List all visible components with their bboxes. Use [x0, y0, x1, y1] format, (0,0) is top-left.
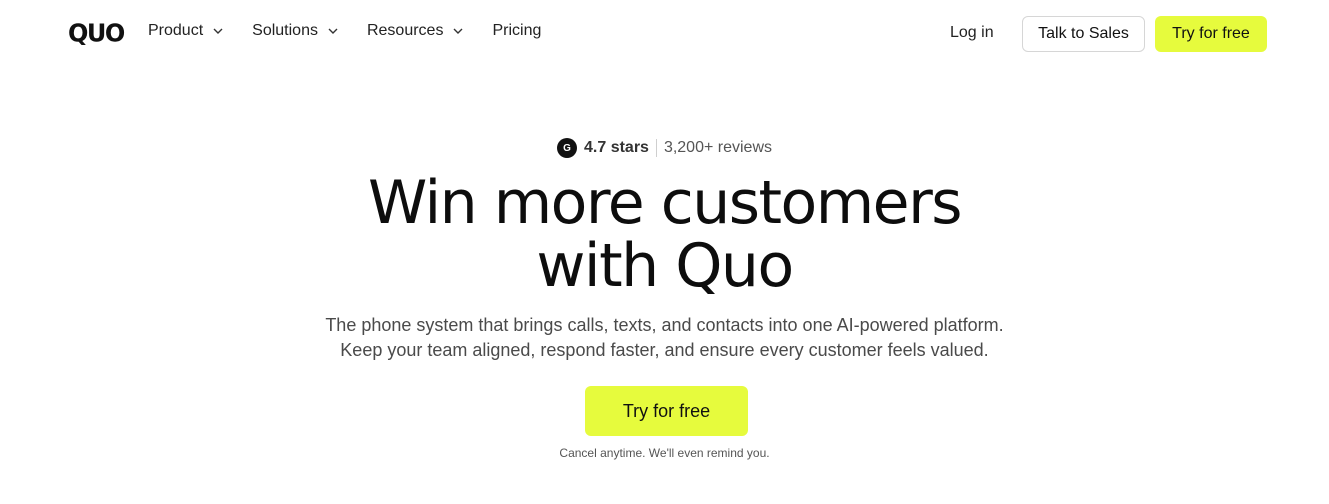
- star-rating: 4.7 stars: [584, 139, 649, 156]
- try-for-free-hero-button[interactable]: Try for free: [585, 386, 748, 436]
- login-link[interactable]: Log in: [950, 24, 994, 42]
- subheadline-line: The phone system that brings calls, text…: [325, 315, 1004, 335]
- hero-headline: Win more customers with Quo: [0, 172, 1329, 298]
- nav-item-resources[interactable]: Resources: [367, 22, 463, 40]
- nav-item-solutions[interactable]: Solutions: [252, 22, 338, 40]
- hero-subheadline: The phone system that brings calls, text…: [0, 313, 1329, 363]
- rating-row: G 4.7 stars 3,200+ reviews: [0, 138, 1329, 158]
- nav-links: Product Solutions Resources Pricing: [148, 22, 570, 40]
- nav-item-label: Pricing: [492, 22, 542, 39]
- top-nav: QUO Product Solutions Resources Pricing …: [0, 0, 1329, 68]
- divider: [655, 139, 657, 157]
- subheadline-line: Keep your team aligned, respond faster, …: [340, 340, 989, 360]
- chevron-down-icon: [453, 26, 463, 36]
- review-count: 3,200+ reviews: [663, 139, 772, 156]
- nav-item-label: Resources: [366, 22, 444, 39]
- chevron-down-icon: [328, 26, 338, 36]
- nav-item-pricing[interactable]: Pricing: [492, 22, 541, 40]
- headline-line: with Quo: [536, 231, 794, 301]
- nav-item-label: Solutions: [252, 22, 318, 39]
- g2-logo-icon: G: [557, 138, 577, 158]
- talk-to-sales-button[interactable]: Talk to Sales: [1022, 16, 1145, 52]
- nav-item-label: Product: [148, 22, 204, 39]
- nav-item-product[interactable]: Product: [148, 22, 223, 40]
- chevron-down-icon: [213, 26, 223, 36]
- quo-logo[interactable]: QUO: [68, 18, 125, 47]
- headline-line: Win more customers: [367, 168, 963, 238]
- cancel-note: Cancel anytime. We'll even remind you.: [559, 446, 770, 460]
- try-for-free-nav-button[interactable]: Try for free: [1155, 16, 1267, 52]
